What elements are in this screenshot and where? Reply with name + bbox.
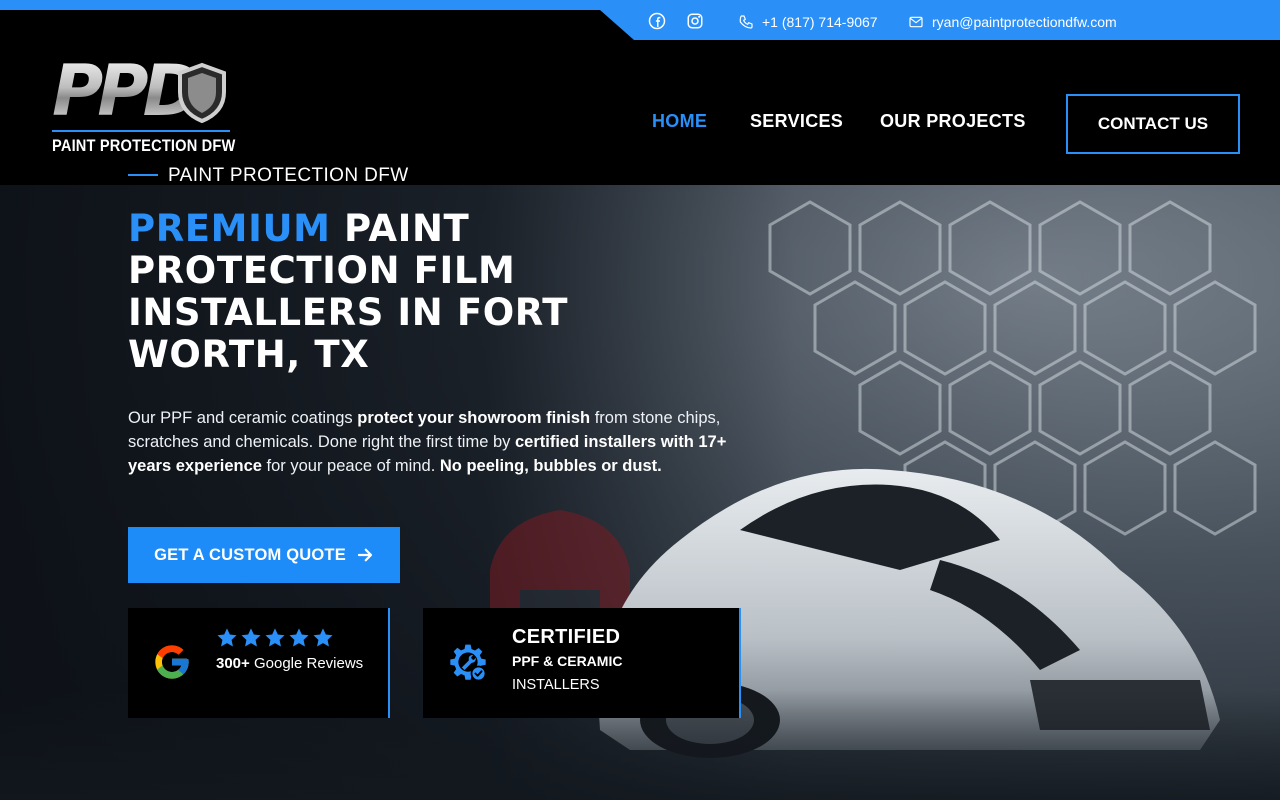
header-accent-stripe [0,0,620,10]
star-icon [241,628,261,647]
logo-underline [52,130,230,132]
certified-subtitle: PPF & CERAMIC [512,653,623,669]
contact-us-button[interactable]: CONTACT US [1066,94,1240,154]
get-custom-quote-button[interactable]: GET A CUSTOM QUOTE [128,527,400,583]
logo-tagline: PAINT PROTECTION DFW [52,136,236,155]
certified-title: CERTIFIED [512,626,621,648]
body-segment: for your peace of mind. [261,457,440,475]
phone-number: +1 (817) 714-9067 [762,14,878,30]
certified-installers-badge: CERTIFIED PPF & CERAMIC INSTALLERS [423,608,741,718]
google-reviews-badge: 300+ Google Reviews [128,608,390,718]
google-logo-icon [155,645,189,679]
site-logo[interactable]: PPD PAINT PROTECTION DFW [52,50,236,156]
cta-label: GET A CUSTOM QUOTE [154,545,346,564]
body-segment-bold: No peeling, bubbles or dust. [439,457,662,475]
phone-link[interactable]: +1 (817) 714-9067 [738,12,878,32]
logo-letters: PPD [52,50,201,132]
shield-icon [178,62,226,124]
arrow-right-icon [357,548,373,562]
star-icon [289,628,309,647]
body-segment: Our PPF and ceramic coatings [128,409,358,427]
hero-headline: PREMIUM PAINT PROTECTION FILM INSTALLERS… [128,208,648,376]
star-icon [265,628,285,647]
star-icon [313,628,333,647]
phone-icon [739,15,753,29]
instagram-icon[interactable] [686,12,704,30]
facebook-icon[interactable] [648,12,666,30]
hero-description: Our PPF and ceramic coatings protect you… [128,406,728,478]
envelope-icon [909,16,923,28]
email-link[interactable]: ryan@paintprotectiondfw.com [908,12,1117,32]
review-count-text: 300+ Google Reviews [216,652,376,676]
rating-stars [216,627,334,649]
contact-bar-top [600,0,1280,10]
review-label: Google Reviews [249,655,364,672]
eyebrow-dash [128,174,158,176]
star-icon [217,628,237,647]
email-address: ryan@paintprotectiondfw.com [932,14,1117,30]
gear-wrench-check-icon [450,644,487,682]
nav-home[interactable]: HOME [652,111,707,132]
certified-subtitle-2: INSTALLERS [512,677,600,693]
nav-our-projects[interactable]: OUR PROJECTS [880,111,1026,132]
hero-eyebrow: PAINT PROTECTION DFW [168,165,409,186]
nav-services[interactable]: SERVICES [750,111,843,132]
headline-accent: PREMIUM [128,207,331,250]
review-count: 300+ [216,655,250,672]
body-segment-bold: protect your showroom finish [357,409,591,427]
